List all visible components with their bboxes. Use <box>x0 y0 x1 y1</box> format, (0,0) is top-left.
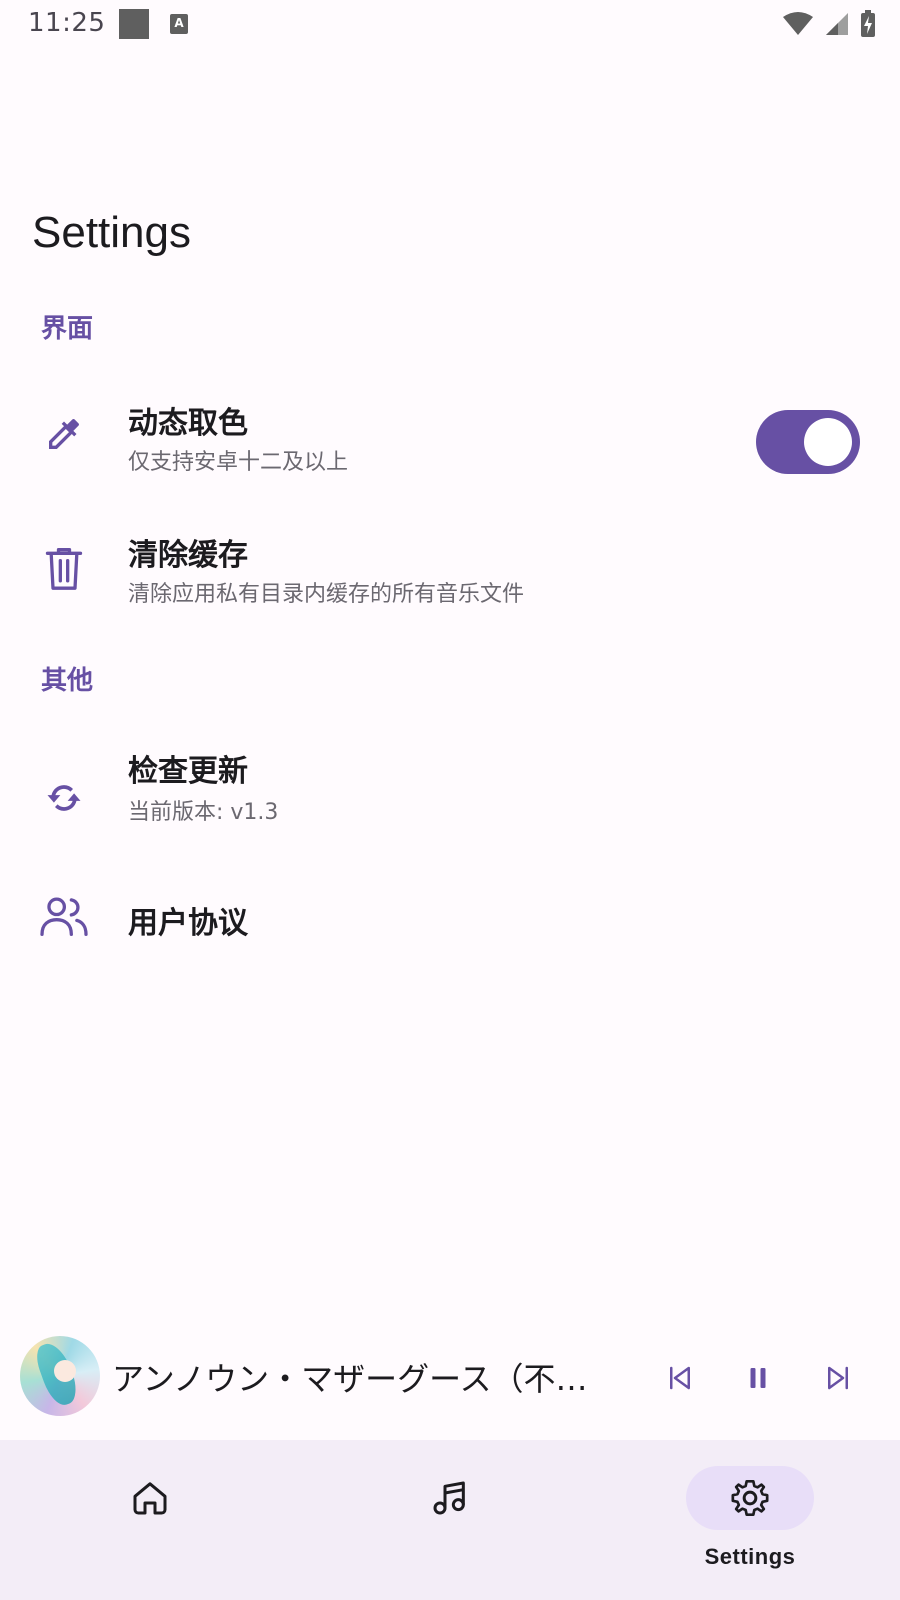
gear-icon <box>686 1466 814 1530</box>
setting-title: 检查更新 <box>128 754 248 789</box>
setting-title: 动态取色 <box>128 406 248 441</box>
bottom-nav: Settings <box>0 1440 900 1600</box>
signal-icon <box>826 13 848 35</box>
setting-subtitle: 清除应用私有目录内缓存的所有音乐文件 <box>128 582 525 607</box>
home-icon <box>86 1466 214 1530</box>
skip-previous-icon[interactable] <box>660 1358 700 1398</box>
dynamic-color-toggle[interactable] <box>756 410 860 474</box>
album-art[interactable] <box>20 1336 100 1416</box>
pause-icon[interactable] <box>738 1358 778 1398</box>
setting-title: 清除缓存 <box>128 538 248 573</box>
status-bar: 11:25 A <box>0 0 900 48</box>
nav-label-settings: Settings <box>704 1544 796 1569</box>
track-title[interactable]: アンノウン・マザーグース（不为人知的鹅妈妈童谣） <box>112 1354 612 1400</box>
nav-item-music[interactable] <box>300 1440 600 1600</box>
setting-title: 用户协议 <box>128 906 248 941</box>
wifi-icon <box>783 12 813 35</box>
refresh-icon <box>38 772 90 824</box>
music-note-icon <box>386 1466 514 1530</box>
nav-item-home[interactable] <box>0 1440 300 1600</box>
setting-user-agreement[interactable]: 用户协议 <box>0 874 900 994</box>
setting-subtitle: 当前版本: v1.3 <box>128 800 279 825</box>
toggle-knob <box>804 418 852 466</box>
status-time: 11:25 <box>28 8 106 38</box>
status-icons <box>782 10 876 38</box>
notification-icon <box>119 9 149 39</box>
settings-screen: 11:25 A Settings 界面 动态取色 仅支持安卓十二及以上 清除缓存… <box>0 0 900 1600</box>
setting-subtitle: 仅支持安卓十二及以上 <box>128 450 349 475</box>
skip-next-icon[interactable] <box>818 1358 858 1398</box>
section-header-interface: 界面 <box>41 314 94 344</box>
setting-clear-cache[interactable]: 清除缓存 清除应用私有目录内缓存的所有音乐文件 <box>0 510 900 630</box>
eyedropper-icon <box>38 408 90 460</box>
setting-check-update[interactable]: 检查更新 当前版本: v1.3 <box>0 740 900 860</box>
trash-icon <box>38 542 90 594</box>
notification-badge: A <box>170 14 188 34</box>
users-icon <box>38 890 90 942</box>
mini-player[interactable]: アンノウン・マザーグース（不为人知的鹅妈妈童谣） <box>0 1330 900 1440</box>
nav-item-settings[interactable]: Settings <box>600 1440 900 1600</box>
battery-charging-icon <box>861 10 875 37</box>
section-header-other: 其他 <box>41 666 94 696</box>
page-title: Settings <box>32 208 191 257</box>
